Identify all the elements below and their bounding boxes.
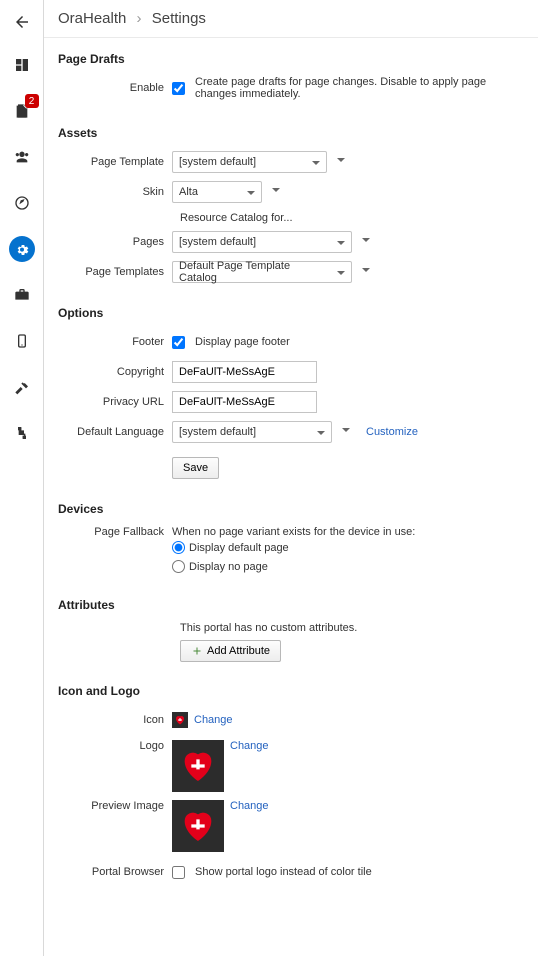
breadcrumb: OraHealth › Settings — [44, 0, 538, 38]
rc-pages-select[interactable]: [system default] — [172, 231, 352, 253]
logo-change-link[interactable]: Change — [230, 740, 269, 752]
footer-checkbox[interactable] — [172, 336, 185, 349]
heart-plus-icon — [174, 714, 186, 726]
hammer-icon — [14, 379, 30, 395]
page-fallback-desc: When no page variant exists for the devi… — [172, 526, 415, 538]
page-template-select[interactable]: [system default] — [172, 151, 327, 173]
enable-label: Enable — [58, 82, 172, 94]
page-template-menu[interactable] — [333, 151, 349, 173]
flow-icon — [14, 425, 30, 441]
section-page-drafts: Page Drafts — [58, 52, 528, 66]
heart-plus-icon — [178, 746, 218, 786]
section-attributes: Attributes — [58, 598, 528, 612]
nav-overview[interactable] — [9, 52, 35, 78]
add-attribute-button[interactable]: Add Attribute — [180, 640, 281, 662]
portal-browser-checkbox[interactable] — [172, 866, 185, 879]
footer-desc: Display page footer — [195, 336, 290, 348]
members-icon — [14, 149, 30, 165]
nav-flow[interactable] — [9, 420, 35, 446]
portal-browser-desc: Show portal logo instead of color tile — [195, 866, 372, 878]
nav-build[interactable] — [9, 374, 35, 400]
preview-change-link[interactable]: Change — [230, 800, 269, 812]
breadcrumb-sep: › — [137, 10, 142, 27]
rc-pages-menu[interactable] — [358, 231, 374, 253]
preview-thumb — [172, 800, 224, 852]
logo-label: Logo — [58, 740, 172, 752]
back-button[interactable] — [10, 10, 34, 34]
icon-change-link[interactable]: Change — [194, 714, 233, 726]
pf-opt2: Display no page — [189, 561, 268, 573]
privacy-input[interactable] — [172, 391, 317, 413]
preview-label: Preview Image — [58, 800, 172, 812]
lang-label: Default Language — [58, 426, 172, 438]
back-arrow-icon — [13, 13, 31, 31]
portal-browser-label: Portal Browser — [58, 866, 172, 878]
toolbox-icon — [14, 287, 30, 303]
nav-explorer[interactable] — [9, 190, 35, 216]
nav-settings[interactable] — [9, 236, 35, 262]
nav-badge: 2 — [25, 94, 39, 108]
lang-select[interactable]: [system default] — [172, 421, 332, 443]
overview-icon — [14, 57, 30, 73]
rc-templates-menu[interactable] — [358, 261, 374, 283]
enable-drafts-checkbox[interactable] — [172, 82, 185, 95]
nav-tools[interactable] — [9, 282, 35, 308]
customize-link[interactable]: Customize — [366, 426, 418, 438]
breadcrumb-page: Settings — [152, 10, 206, 27]
pf-default-radio[interactable] — [172, 541, 185, 554]
rc-templates-select[interactable]: Default Page Template Catalog — [172, 261, 352, 283]
section-options: Options — [58, 306, 528, 320]
pf-none-radio[interactable] — [172, 560, 185, 573]
plus-icon — [191, 645, 203, 657]
skin-menu[interactable] — [268, 181, 284, 203]
nav-pages[interactable]: 2 — [9, 98, 35, 124]
section-icon-logo: Icon and Logo — [58, 684, 528, 698]
skin-label: Skin — [58, 186, 172, 198]
gear-icon — [14, 241, 30, 257]
section-assets: Assets — [58, 126, 528, 140]
heart-plus-icon — [178, 806, 218, 846]
enable-drafts-desc: Create page drafts for page changes. Dis… — [195, 76, 528, 100]
rc-heading: Resource Catalog for... — [180, 212, 528, 224]
save-button[interactable]: Save — [172, 457, 219, 479]
nav-rail: 2 — [0, 0, 44, 956]
privacy-label: Privacy URL — [58, 396, 172, 408]
nav-members[interactable] — [9, 144, 35, 170]
copyright-label: Copyright — [58, 366, 172, 378]
icon-thumb — [172, 712, 188, 728]
icon-label: Icon — [58, 714, 172, 726]
attributes-empty: This portal has no custom attributes. — [180, 622, 528, 634]
rc-pages-label: Pages — [58, 236, 172, 248]
nav-device[interactable] — [9, 328, 35, 354]
footer-label: Footer — [58, 336, 172, 348]
page-template-label: Page Template — [58, 156, 172, 168]
section-devices: Devices — [58, 502, 528, 516]
pf-opt1: Display default page — [189, 542, 289, 554]
breadcrumb-portal[interactable]: OraHealth — [58, 10, 126, 27]
compass-icon — [14, 195, 30, 211]
page-fallback-label: Page Fallback — [58, 526, 172, 538]
copyright-input[interactable] — [172, 361, 317, 383]
lang-menu[interactable] — [338, 421, 354, 443]
logo-thumb — [172, 740, 224, 792]
phone-icon — [14, 333, 30, 349]
rc-templates-label: Page Templates — [58, 266, 172, 278]
skin-select[interactable]: Alta — [172, 181, 262, 203]
